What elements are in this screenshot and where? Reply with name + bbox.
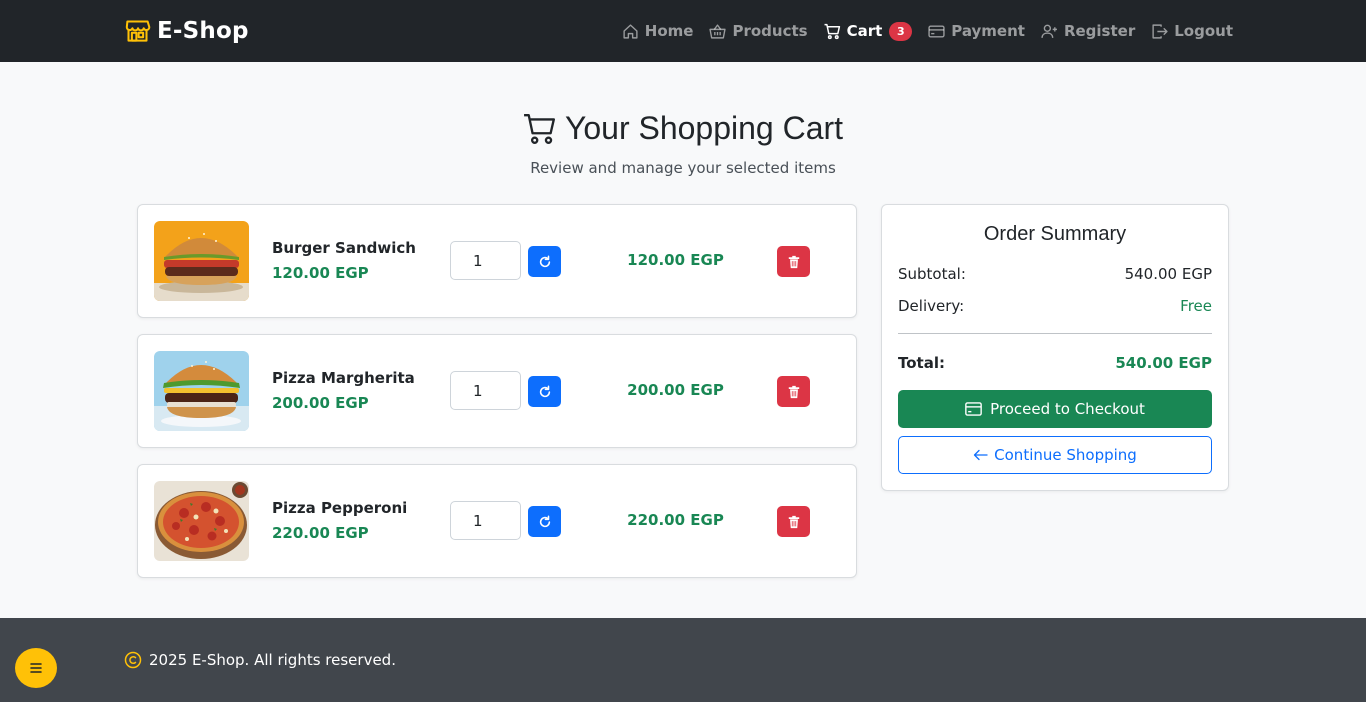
refresh-icon: [539, 385, 550, 397]
summary-divider: [898, 333, 1212, 334]
refresh-icon: [539, 255, 550, 267]
delivery-value: Free: [1180, 297, 1212, 315]
page-title: Your Shopping Cart: [0, 110, 1366, 147]
remove-item-button[interactable]: [777, 506, 810, 537]
product-unit-price: 220.00 EGP: [272, 524, 369, 542]
burger-photo: [154, 351, 249, 431]
house-icon: [623, 23, 638, 39]
cart-item: Pizza Margherita 200.00 EGP 200.00 EGP: [137, 334, 857, 448]
cart-icon: [824, 23, 840, 39]
continue-label: Continue Shopping: [994, 446, 1137, 464]
navbar: E-Shop Home Products Cart 3 Payment Regi…: [0, 0, 1366, 62]
total-row: Total: 540.00 EGP: [898, 354, 1212, 372]
credit-card-icon: [928, 24, 945, 38]
nav-logout[interactable]: Logout: [1151, 22, 1233, 40]
update-quantity-button[interactable]: [528, 506, 561, 537]
credit-card-icon: [965, 402, 982, 416]
footer: 2025 E-Shop. All rights reserved.: [0, 618, 1366, 702]
nav-products[interactable]: Products: [709, 22, 808, 40]
quantity-input[interactable]: [450, 241, 521, 280]
cart-item: Burger Sandwich 120.00 EGP 120.00 EGP: [137, 204, 857, 318]
main-nav: Home Products Cart 3 Payment Register Lo…: [622, 0, 1233, 62]
trash-icon: [788, 385, 799, 398]
product-image: [154, 221, 249, 301]
pizza-photo: [154, 481, 249, 561]
subtotal-value: 540.00 EGP: [1124, 265, 1212, 283]
cart-count-badge: 3: [889, 21, 913, 41]
nav-register-label: Register: [1063, 22, 1136, 40]
delivery-row: Delivery: Free: [898, 297, 1212, 315]
hamburger-icon: [30, 663, 42, 673]
footer-text: 2025 E-Shop. All rights reserved.: [149, 651, 396, 669]
nav-cart-label: Cart: [846, 22, 883, 40]
delivery-label: Delivery:: [898, 297, 965, 315]
arrow-left-icon: [974, 449, 988, 461]
trash-icon: [788, 515, 799, 528]
order-summary-title: Order Summary: [983, 223, 1127, 245]
nav-payment-label: Payment: [951, 22, 1025, 40]
nav-payment[interactable]: Payment: [928, 22, 1025, 40]
nav-register[interactable]: Register: [1041, 22, 1135, 40]
product-name: Pizza Margherita: [272, 369, 415, 387]
cart-item: Pizza Pepperoni 220.00 EGP 220.00 EGP: [137, 464, 857, 578]
product-line-total: 200.00 EGP: [627, 381, 724, 399]
subtotal-label: Subtotal:: [898, 265, 966, 283]
trash-icon: [788, 255, 799, 268]
cart-icon: [524, 113, 555, 144]
quantity-input[interactable]: [450, 371, 521, 410]
refresh-icon: [539, 515, 550, 527]
footer-copyright: 2025 E-Shop. All rights reserved.: [124, 651, 396, 669]
shop-icon: [125, 20, 151, 42]
brand-name: E-Shop: [157, 17, 249, 44]
product-unit-price: 120.00 EGP: [272, 264, 369, 282]
product-name: Pizza Pepperoni: [272, 499, 408, 517]
copyright-icon: [124, 651, 142, 669]
basket-icon: [709, 23, 727, 39]
checkout-label: Proceed to Checkout: [990, 400, 1145, 418]
total-value: 540.00 EGP: [1115, 354, 1212, 372]
person-plus-icon: [1041, 24, 1057, 38]
total-label: Total:: [898, 354, 945, 372]
product-name: Burger Sandwich: [272, 239, 416, 257]
page-title-text: Your Shopping Cart: [564, 110, 844, 146]
brand-link[interactable]: E-Shop: [124, 17, 249, 44]
product-line-total: 220.00 EGP: [627, 511, 724, 529]
remove-item-button[interactable]: [777, 246, 810, 277]
logout-icon: [1152, 23, 1168, 39]
nav-products-label: Products: [732, 22, 808, 40]
update-quantity-button[interactable]: [528, 246, 561, 277]
nav-home[interactable]: Home: [622, 22, 694, 40]
product-image: [154, 351, 249, 431]
product-line-total: 120.00 EGP: [627, 251, 724, 269]
nav-home-label: Home: [644, 22, 694, 40]
subtotal-row: Subtotal: 540.00 EGP: [898, 265, 1212, 283]
order-summary-card: Order Summary Subtotal: 540.00 EGP Deliv…: [881, 204, 1229, 491]
product-image: [154, 481, 249, 561]
menu-toggle-button[interactable]: [15, 648, 57, 688]
burger-photo: [154, 221, 249, 301]
product-unit-price: 200.00 EGP: [272, 394, 369, 412]
nav-cart[interactable]: Cart 3: [824, 21, 913, 41]
quantity-input[interactable]: [450, 501, 521, 540]
proceed-to-checkout-button[interactable]: Proceed to Checkout: [898, 390, 1212, 428]
remove-item-button[interactable]: [777, 376, 810, 407]
continue-shopping-button[interactable]: Continue Shopping: [898, 436, 1212, 474]
update-quantity-button[interactable]: [528, 376, 561, 407]
nav-logout-label: Logout: [1174, 22, 1233, 40]
page-subtitle: Review and manage your selected items: [530, 159, 836, 177]
